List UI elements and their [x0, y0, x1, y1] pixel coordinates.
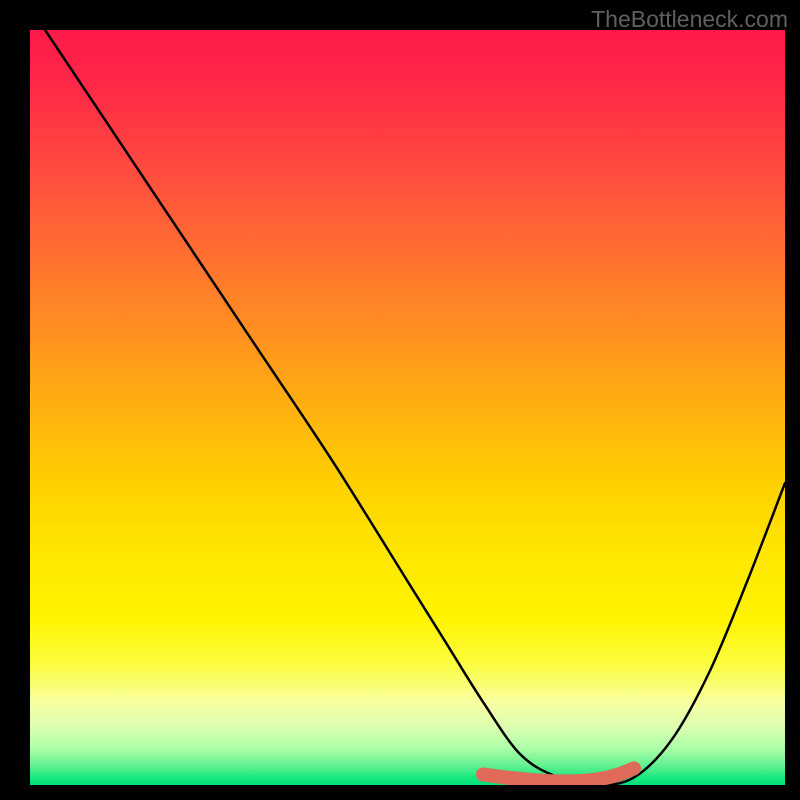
bottleneck-curve-path — [45, 30, 785, 785]
watermark-text: TheBottleneck.com — [591, 6, 788, 33]
chart-svg — [30, 30, 785, 785]
optimal-range-highlight — [483, 768, 634, 781]
chart-plot-area — [30, 30, 785, 785]
